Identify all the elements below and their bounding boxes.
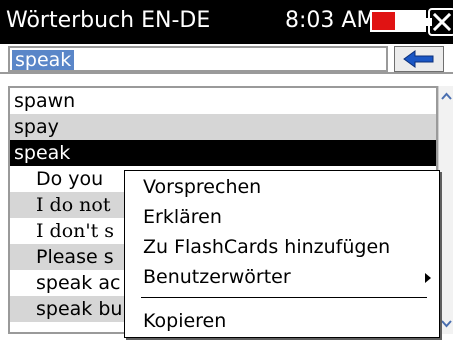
search-input[interactable]: speak: [8, 46, 388, 72]
menu-item-kopieren[interactable]: Kopieren: [125, 307, 439, 335]
list-item-label: I don't s: [36, 220, 115, 242]
list-item-label: speak bu: [36, 298, 123, 320]
arrow-left-icon: [403, 50, 434, 68]
back-button[interactable]: [394, 46, 444, 72]
submenu-arrow-icon: [425, 273, 431, 283]
context-menu: Vorsprechen Erklären Zu FlashCards hinzu…: [124, 170, 440, 338]
menu-separator: [141, 297, 427, 298]
menu-item-benutzerwoerter[interactable]: Benutzerwörter: [125, 263, 439, 291]
menu-item-label: Benutzerwörter: [143, 266, 291, 288]
scrollbar[interactable]: [438, 86, 453, 334]
spacer: [0, 76, 453, 86]
search-input-text: speak: [12, 50, 75, 70]
menu-item-label: Erklären: [143, 206, 222, 228]
menu-item-vorsprechen[interactable]: Vorsprechen: [125, 173, 439, 201]
battery-level: [372, 12, 396, 30]
app-title: Wörterbuch EN-DE: [6, 8, 211, 33]
search-bar: speak: [0, 44, 453, 74]
close-icon: [433, 13, 451, 31]
menu-item-label: Zu FlashCards hinzufügen: [143, 236, 391, 258]
list-item-label: spay: [14, 116, 59, 138]
menu-item-add-flashcards[interactable]: Zu FlashCards hinzufügen: [125, 233, 439, 261]
list-item-label: speak: [14, 142, 71, 164]
scroll-down-icon[interactable]: [439, 314, 453, 332]
list-item-selected[interactable]: speak: [10, 140, 436, 166]
menu-item-erklaeren[interactable]: Erklären: [125, 203, 439, 231]
title-bar: Wörterbuch EN-DE 8:03 AM: [0, 0, 453, 44]
list-item-label: spawn: [14, 90, 76, 112]
scroll-up-icon[interactable]: [439, 88, 453, 106]
list-item-label: speak ac: [36, 272, 121, 294]
battery-icon[interactable]: [370, 10, 432, 32]
list-item[interactable]: spay: [10, 114, 436, 140]
list-item-label: Do you: [36, 168, 104, 190]
menu-item-label: Kopieren: [143, 310, 227, 332]
list-item[interactable]: spawn: [10, 88, 436, 114]
clock[interactable]: 8:03 AM: [285, 8, 375, 34]
list-item-label: Please s: [36, 246, 114, 268]
list-item-label: I do not: [36, 194, 111, 216]
menu-item-label: Vorsprechen: [143, 176, 262, 198]
close-button[interactable]: [428, 8, 453, 36]
